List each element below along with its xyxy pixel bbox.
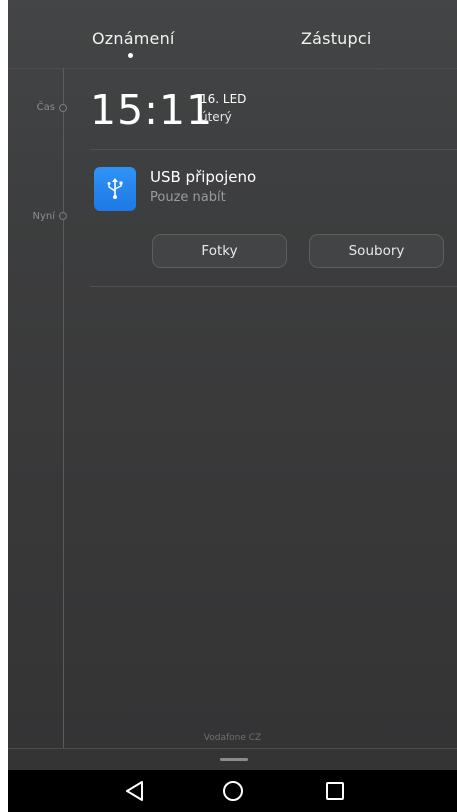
files-button[interactable]: Soubory [309,234,444,268]
timeline-label-time: Čas [36,102,55,113]
timeline-dot-time [59,104,67,112]
timeline-dot-now [59,212,67,220]
drag-handle[interactable] [220,758,248,761]
active-tab-indicator [128,53,133,58]
timeline-line [63,68,64,748]
clock-date: 16. LED [200,92,247,106]
carrier-label: Vodafone CZ [203,733,262,743]
divider [8,748,457,749]
notification-subtitle: Pouze nabít [150,190,226,205]
usb-notification[interactable]: USB připojeno Pouze nabít Fotky Soubory [90,150,457,286]
divider [90,286,457,287]
notification-shade: Oznámení Zástupci Čas Nyní 15:11 16. LED… [8,0,457,812]
photos-button[interactable]: Fotky [152,234,287,268]
home-icon[interactable] [218,778,248,804]
recents-icon[interactable] [320,778,350,804]
navigation-bar [8,770,457,812]
back-icon[interactable] [120,778,150,804]
tab-notifications[interactable]: Oznámení [92,29,175,48]
usb-icon [94,167,136,211]
timeline-label-now: Nyní [32,211,55,222]
notification-title: USB připojeno [150,168,257,186]
tab-shortcuts[interactable]: Zástupci [301,29,372,48]
clock-weekday: úterý [200,110,232,124]
shade-tabs: Oznámení Zástupci [8,0,457,69]
clock-time: 15:11 [90,86,214,134]
